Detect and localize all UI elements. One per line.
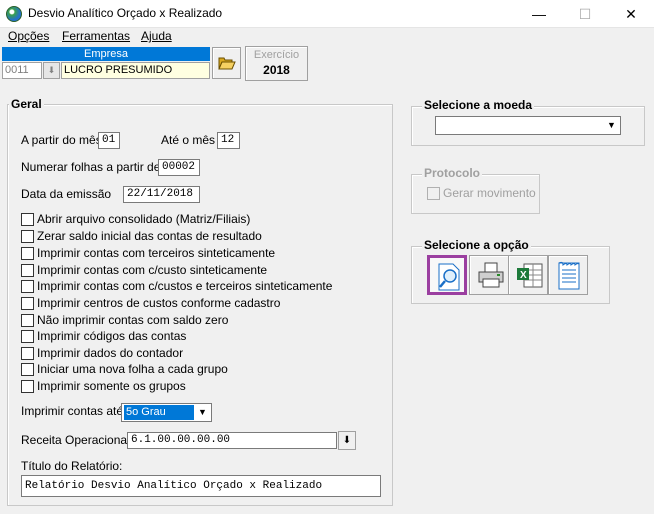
checkbox-box[interactable]	[21, 363, 34, 376]
checkbox-label: Imprimir códigos das contas	[37, 329, 187, 343]
empresa-lookup-button[interactable]: ⬇	[43, 62, 60, 79]
down-arrow-icon: ⬇	[47, 65, 56, 75]
empresa-header: Empresa	[2, 47, 210, 61]
chevron-down-icon: ▼	[195, 405, 210, 420]
svg-text:X: X	[520, 270, 527, 281]
empresa-name-field: LUCRO PRESUMIDO	[61, 62, 210, 79]
checkbox-box[interactable]	[21, 347, 34, 360]
maximize-button[interactable]: ☐	[562, 0, 608, 28]
preview-button[interactable]	[427, 255, 467, 295]
to-month-label: Até o mês	[161, 133, 216, 147]
printer-icon	[478, 262, 504, 288]
menu-opcoes[interactable]: Opções	[8, 29, 49, 43]
checkbox-box[interactable]	[21, 380, 34, 393]
app-icon	[6, 6, 22, 22]
print-until-value: 5o Grau	[124, 405, 194, 420]
checkbox-box[interactable]	[21, 330, 34, 343]
excel-export-button[interactable]: X	[508, 255, 548, 295]
checkbox-label: Não imprimir contas com saldo zero	[37, 313, 229, 327]
checkbox-label: Imprimir contas com c/custos e terceiros…	[37, 279, 333, 293]
checkbox-box[interactable]	[21, 297, 34, 310]
number-pages-input[interactable]: 00002	[158, 159, 200, 176]
chevron-down-icon: ▼	[604, 118, 619, 133]
checkbox-box[interactable]	[21, 230, 34, 243]
text-file-icon	[558, 261, 580, 290]
receita-label: Receita Operacional:	[21, 433, 134, 447]
checkbox-label: Imprimir dados do contador	[37, 346, 184, 360]
print-until-label: Imprimir contas até:	[21, 404, 127, 418]
from-month-label: A partir do mês	[21, 133, 102, 147]
empresa-code-field[interactable]: 0011	[2, 62, 42, 79]
number-pages-label: Numerar folhas a partir de	[21, 160, 161, 174]
checkbox-label: Imprimir contas com terceiros sinteticam…	[37, 246, 276, 260]
checkbox-label: Imprimir contas com c/custo sinteticamen…	[37, 263, 268, 277]
checkbox-box[interactable]	[21, 213, 34, 226]
exercicio-value: 2018	[263, 63, 290, 77]
checkbox-box	[427, 187, 440, 200]
receita-input[interactable]: 6.1.00.00.00.00	[127, 432, 337, 449]
print-until-select[interactable]: 5o Grau ▼	[121, 403, 212, 422]
print-button[interactable]	[469, 255, 509, 295]
emission-date-input[interactable]: 22/11/2018	[123, 186, 200, 203]
geral-title: Geral	[9, 97, 44, 111]
close-button[interactable]: ✕	[608, 0, 654, 28]
checkbox-label: Imprimir centros de custos conforme cada…	[37, 296, 281, 310]
protocolo-title: Protocolo	[422, 166, 482, 180]
exercicio-label: Exercício	[253, 49, 300, 61]
checkbox-label: Gerar movimento	[443, 186, 536, 200]
exercicio-box: Exercício 2018	[245, 46, 308, 81]
report-title-label: Título do Relatório:	[21, 459, 123, 473]
excel-export-icon: X	[517, 263, 543, 288]
menu-ferramentas[interactable]: Ferramentas	[62, 29, 130, 43]
minimize-button[interactable]: —	[516, 0, 562, 28]
checkbox-label: Iniciar uma nova folha a cada grupo	[37, 362, 228, 376]
checkbox-label: Imprimir somente os grupos	[37, 379, 186, 393]
emission-date-label: Data da emissão	[21, 187, 112, 201]
checkbox-box[interactable]	[21, 314, 34, 327]
checkbox-label: Abrir arquivo consolidado (Matriz/Filiai…	[37, 212, 251, 226]
menu-ajuda[interactable]: Ajuda	[141, 29, 172, 43]
checkbox-box[interactable]	[21, 280, 34, 293]
open-folder-icon	[218, 57, 236, 70]
opcao-title: Selecione a opção	[422, 238, 531, 252]
to-month-input[interactable]: 12	[217, 132, 240, 149]
open-folder-button[interactable]	[212, 47, 241, 79]
window-title: Desvio Analítico Orçado x Realizado	[28, 6, 223, 20]
down-arrow-icon: ⬇	[342, 435, 352, 446]
checkbox-label: Zerar saldo inicial das contas de result…	[37, 229, 262, 243]
preview-icon	[438, 263, 460, 291]
moeda-select[interactable]: ▼	[435, 116, 621, 135]
checkbox-box[interactable]	[21, 247, 34, 260]
receita-lookup-button[interactable]: ⬇	[338, 431, 356, 450]
text-file-button[interactable]	[548, 255, 588, 295]
moeda-title: Selecione a moeda	[422, 98, 535, 112]
from-month-input[interactable]: 01	[98, 132, 120, 149]
checkbox-box[interactable]	[21, 264, 34, 277]
report-title-input[interactable]: Relatório Desvio Analítico Orçado x Real…	[21, 475, 381, 497]
